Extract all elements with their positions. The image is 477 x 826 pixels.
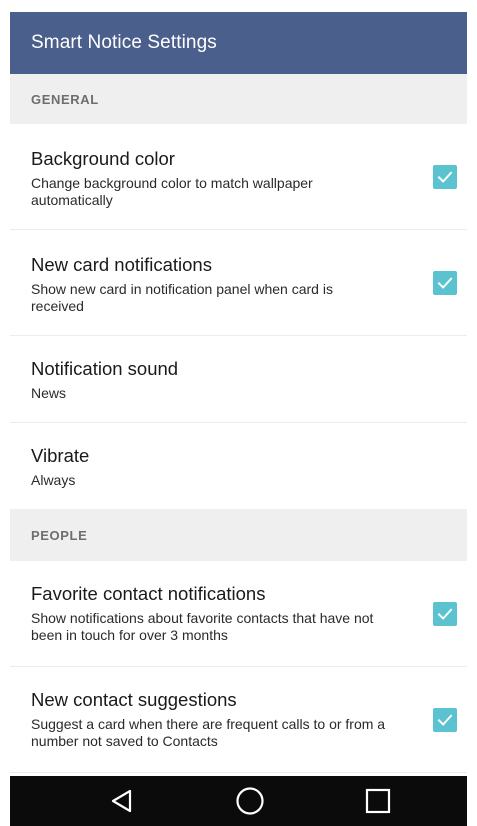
setting-new-card-notifications[interactable]: New card notifications Show new card in … [10,230,467,336]
check-icon [437,713,453,726]
home-button[interactable] [220,776,280,826]
check-icon [437,170,453,183]
navigation-bar [10,776,467,826]
setting-vibrate[interactable]: Vibrate Always [10,423,467,509]
section-header-people: PEOPLE [10,509,467,561]
page-title: Smart Notice Settings [31,32,217,53]
back-triangle-icon [111,789,132,813]
setting-background-color[interactable]: Background color Change background color… [10,124,467,230]
setting-description: Show new card in notification panel when… [31,281,333,314]
section-header-label: GENERAL [31,91,99,107]
setting-value: News [31,385,67,401]
back-button[interactable] [92,776,152,826]
recents-button[interactable] [348,776,408,826]
setting-favorite-contact-notifications[interactable]: Favorite contact notifications Show noti… [10,561,467,667]
setting-description: Change background color to match wallpap… [31,175,313,208]
setting-title: Background color [31,148,175,169]
section-header-label: PEOPLE [31,527,88,543]
settings-screen: Smart Notice Settings GENERAL Background… [10,12,467,826]
app-bar: Smart Notice Settings [10,12,467,74]
setting-new-contact-suggestions[interactable]: New contact suggestions Suggest a card w… [10,667,467,773]
setting-title: Notification sound [31,358,179,379]
setting-title: Vibrate [31,445,90,466]
check-icon [437,276,453,289]
new-contact-suggestions-checkbox[interactable] [433,707,457,732]
check-icon [437,607,453,620]
setting-description: Suggest a card when there are frequent c… [31,716,386,749]
recents-square-icon [365,788,391,814]
setting-title: Favorite contact notifications [31,583,266,604]
home-circle-icon [236,787,264,815]
setting-value: Always [31,472,76,488]
setting-notification-sound[interactable]: Notification sound News [10,336,467,423]
background-color-checkbox[interactable] [433,164,457,189]
setting-title: New card notifications [31,254,212,275]
favorite-contact-notifications-checkbox[interactable] [433,601,457,626]
section-header-general: GENERAL [10,74,467,124]
setting-description: Show notifications about favorite contac… [31,610,374,643]
new-card-notifications-checkbox[interactable] [433,270,457,295]
setting-title: New contact suggestions [31,689,237,710]
